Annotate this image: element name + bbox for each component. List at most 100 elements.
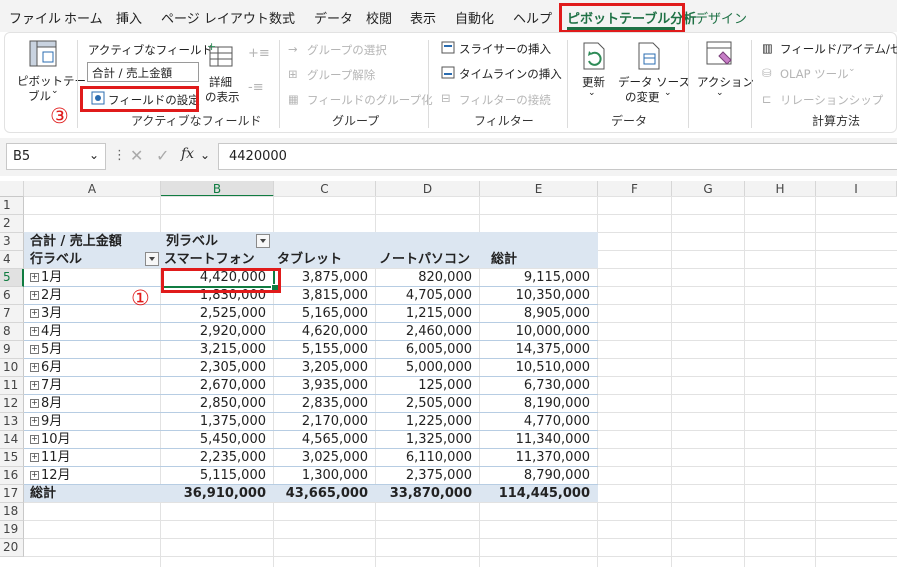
ungroup-button[interactable]: グループ解除 [307, 67, 375, 83]
pivot-row-6[interactable]: +6月 [30, 359, 62, 377]
menu-insert[interactable]: 挿入 [116, 8, 142, 27]
pivot-row-5[interactable]: +5月 [30, 341, 62, 359]
column-header-h[interactable]: H [745, 181, 816, 197]
pivot-row-8[interactable]: +8月 [30, 395, 62, 413]
expand-icon[interactable]: + [30, 417, 39, 426]
pivot-value-cell[interactable]: 2,460,000 [376, 323, 480, 341]
expand-field-icon[interactable]: +≡ [248, 46, 270, 61]
menu-review[interactable]: 校閲 [366, 8, 392, 27]
enter-icon[interactable]: ✓ [156, 146, 169, 165]
pivot-value-cell[interactable]: 4,620,000 [274, 323, 376, 341]
pivot-value-cell[interactable]: 2,525,000 [161, 305, 274, 323]
row-header-15[interactable]: 15 [0, 449, 24, 467]
column-header-c[interactable]: C [274, 181, 376, 197]
pivot-value-cell[interactable]: 5,450,000 [161, 431, 274, 449]
group-field-button[interactable]: フィールドのグループ化 [307, 92, 433, 108]
pivot-value-cell[interactable]: 4,565,000 [274, 431, 376, 449]
pivot-value-cell[interactable]: 10,510,000 [480, 359, 598, 377]
pivot-value-cell[interactable]: 11,370,000 [480, 449, 598, 467]
pivot-row-3[interactable]: +3月 [30, 305, 62, 323]
pivot-value-cell[interactable]: 2,235,000 [161, 449, 274, 467]
menu-formulas[interactable]: 数式 [269, 8, 295, 27]
row-header-5[interactable]: 5 [0, 269, 24, 287]
expand-icon[interactable]: + [30, 291, 39, 300]
pivot-row-12[interactable]: +12月 [30, 467, 71, 485]
pivot-value-cell[interactable]: 5,115,000 [161, 467, 274, 485]
menu-file[interactable]: ファイル [9, 8, 61, 27]
drill-down-label2[interactable]: の表示 [205, 89, 240, 105]
expand-icon[interactable]: + [30, 453, 39, 462]
pivot-value-cell[interactable]: 1,215,000 [376, 305, 480, 323]
pivot-row-11[interactable]: +11月 [30, 449, 71, 467]
pivot-value-cell[interactable]: 3,205,000 [274, 359, 376, 377]
row-header-16[interactable]: 16 [0, 467, 24, 485]
select-all-corner[interactable] [0, 181, 24, 197]
row-header-14[interactable]: 14 [0, 431, 24, 449]
collapse-field-icon[interactable]: -≡ [248, 80, 264, 95]
column-header-i[interactable]: I [816, 181, 897, 197]
menu-design[interactable]: デザイン [695, 8, 747, 27]
pivottable-button-label2[interactable]: ブル [28, 88, 51, 104]
row-header-17[interactable]: 17 [0, 485, 24, 503]
pivot-value-cell[interactable]: 6,110,000 [376, 449, 480, 467]
row-header-2[interactable]: 2 [0, 215, 24, 233]
column-header-f[interactable]: F [598, 181, 672, 197]
pivot-row-1[interactable]: +1月 [30, 269, 62, 287]
row-header-13[interactable]: 13 [0, 413, 24, 431]
pivot-value-cell[interactable]: 11,340,000 [480, 431, 598, 449]
expand-icon[interactable]: + [30, 381, 39, 390]
pivot-row-7[interactable]: +7月 [30, 377, 62, 395]
pivot-value-cell[interactable]: 125,000 [376, 377, 480, 395]
pivot-value-cell[interactable]: 2,835,000 [274, 395, 376, 413]
row-header-18[interactable]: 18 [0, 503, 24, 521]
column-header-d[interactable]: D [376, 181, 480, 197]
column-header-e[interactable]: E [480, 181, 598, 197]
pivot-value-cell[interactable]: 1,375,000 [161, 413, 274, 431]
menu-data[interactable]: データ [314, 8, 353, 27]
row-header-20[interactable]: 20 [0, 539, 24, 557]
menu-page-layout[interactable]: ページ レイアウト [161, 8, 269, 27]
pivot-value-cell[interactable]: 10,000,000 [480, 323, 598, 341]
pivot-value-cell[interactable]: 4,770,000 [480, 413, 598, 431]
row-header-12[interactable]: 12 [0, 395, 24, 413]
filter-connection-button[interactable]: フィルターの接続 [459, 92, 551, 108]
row-header-7[interactable]: 7 [0, 305, 24, 323]
row-header-10[interactable]: 10 [0, 359, 24, 377]
pivot-row-9[interactable]: +9月 [30, 413, 62, 431]
row-header-1[interactable]: 1 [0, 197, 24, 215]
pivot-row-2[interactable]: +2月 [30, 287, 62, 305]
expand-icon[interactable]: + [30, 345, 39, 354]
insert-timeline-button[interactable]: タイムラインの挿入 [459, 66, 562, 82]
change-datasource-label2[interactable]: の変更 [625, 89, 660, 105]
pivot-row-10[interactable]: +10月 [30, 431, 71, 449]
insert-slicer-button[interactable]: スライサーの挿入 [459, 41, 551, 57]
relationships-button[interactable]: リレーションシップ [780, 92, 883, 108]
expand-icon[interactable]: + [30, 399, 39, 408]
formula-input[interactable]: 4420000 [218, 143, 897, 170]
row-header-6[interactable]: 6 [0, 287, 24, 305]
pivot-value-cell[interactable]: 2,170,000 [274, 413, 376, 431]
row-header-4[interactable]: 4 [0, 251, 24, 269]
name-box-dropdown-icon[interactable]: ⌄ [89, 148, 99, 162]
menu-home[interactable]: ホーム [64, 8, 103, 27]
expand-icon[interactable]: + [30, 435, 39, 444]
expand-icon[interactable]: + [30, 309, 39, 318]
expand-icon[interactable]: + [30, 363, 39, 372]
pivot-row-4[interactable]: +4月 [30, 323, 62, 341]
column-header-g[interactable]: G [672, 181, 745, 197]
fields-items-sets-button[interactable]: フィールド/アイテム/セット [780, 41, 897, 57]
pivot-value-cell[interactable]: 3,215,000 [161, 341, 274, 359]
expand-icon[interactable]: + [30, 273, 39, 282]
pivot-value-cell[interactable]: 3,875,000 [274, 269, 376, 287]
pivot-value-cell[interactable]: 6,730,000 [480, 377, 598, 395]
pivot-value-cell[interactable]: 2,670,000 [161, 377, 274, 395]
pivot-value-cell[interactable]: 1,300,000 [274, 467, 376, 485]
olap-tools-button[interactable]: OLAP ツール [780, 66, 849, 82]
pivot-value-cell[interactable]: 2,305,000 [161, 359, 274, 377]
pivot-value-cell[interactable]: 3,025,000 [274, 449, 376, 467]
pivot-value-cell[interactable]: 5,155,000 [274, 341, 376, 359]
expand-icon[interactable]: + [30, 327, 39, 336]
action-button[interactable]: アクション [697, 74, 754, 90]
pivot-value-cell[interactable]: 2,850,000 [161, 395, 274, 413]
group-selection-button[interactable]: グループの選択 [307, 42, 387, 58]
